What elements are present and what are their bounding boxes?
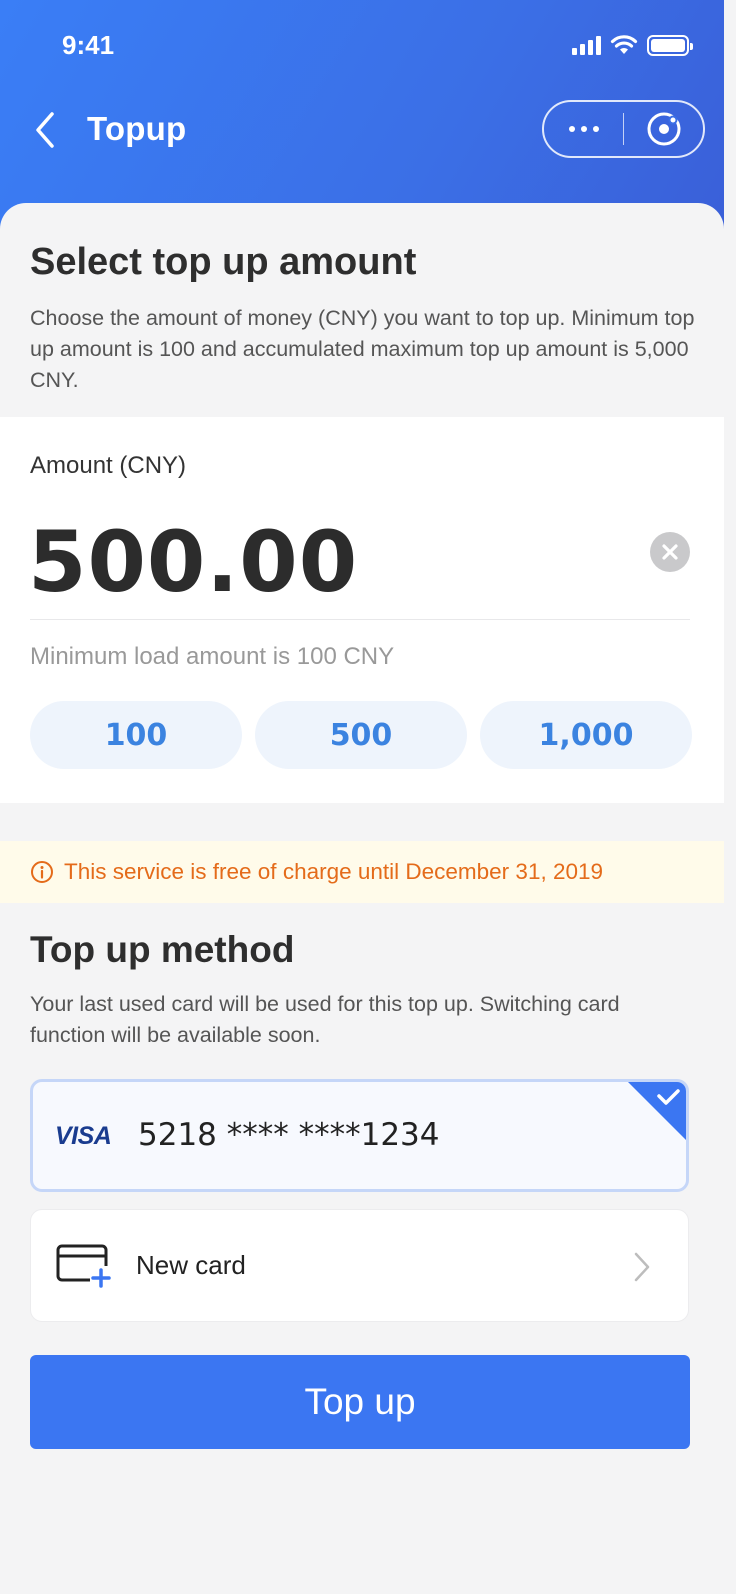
new-card-label: New card bbox=[136, 1250, 246, 1280]
status-icons bbox=[572, 34, 693, 56]
more-dots-icon bbox=[568, 126, 599, 132]
signal-icon bbox=[572, 35, 601, 55]
info-icon bbox=[31, 861, 53, 883]
mini-program-capsule bbox=[542, 100, 705, 158]
amount-input[interactable]: 500.00 bbox=[28, 513, 358, 611]
chevron-right-icon bbox=[634, 1252, 650, 1282]
preset-100-button[interactable]: 100 bbox=[30, 701, 242, 769]
new-card-button[interactable]: New card bbox=[30, 1209, 689, 1322]
preset-500-button[interactable]: 500 bbox=[255, 701, 467, 769]
wifi-icon bbox=[610, 35, 638, 54]
check-icon bbox=[628, 1082, 686, 1140]
add-card-icon bbox=[56, 1244, 112, 1288]
topup-button[interactable]: Top up bbox=[30, 1355, 690, 1449]
method-section-title: Top up method bbox=[30, 929, 295, 970]
target-close-icon bbox=[647, 112, 680, 146]
battery-icon bbox=[647, 34, 693, 56]
back-arrow-icon[interactable] bbox=[32, 110, 62, 150]
notice-banner: This service is free of charge until Dec… bbox=[0, 841, 724, 903]
close-mini-program-button[interactable] bbox=[624, 102, 703, 156]
amount-presets: 100 500 1,000 bbox=[30, 701, 692, 769]
clear-amount-button[interactable] bbox=[650, 532, 690, 572]
amount-section-description: Choose the amount of money (CNY) you wan… bbox=[30, 306, 695, 392]
visa-logo: VISA bbox=[55, 1122, 112, 1150]
phone-screen: 9:41 Topup Select top up amount Choose t… bbox=[0, 0, 724, 1594]
method-section-description: Your last used card will be used for thi… bbox=[30, 992, 620, 1047]
close-icon bbox=[662, 544, 678, 560]
content-panel: Select top up amount Choose the amount o… bbox=[0, 203, 724, 1594]
notice-text: This service is free of charge until Dec… bbox=[64, 859, 604, 884]
preset-1000-button[interactable]: 1,000 bbox=[480, 701, 692, 769]
amount-section-title: Select top up amount bbox=[30, 241, 417, 283]
selected-card[interactable]: VISA 5218 **** ****1234 bbox=[30, 1079, 689, 1192]
status-time: 9:41 bbox=[62, 30, 115, 60]
amount-divider bbox=[30, 619, 690, 620]
page-title: Topup bbox=[87, 110, 187, 147]
more-button[interactable] bbox=[544, 102, 623, 156]
amount-card: Amount (CNY) 500.00 Minimum load amount … bbox=[0, 417, 724, 803]
amount-label: Amount (CNY) bbox=[30, 452, 187, 479]
card-number: 5218 **** ****1234 bbox=[138, 1117, 440, 1153]
amount-hint: Minimum load amount is 100 CNY bbox=[30, 643, 395, 670]
